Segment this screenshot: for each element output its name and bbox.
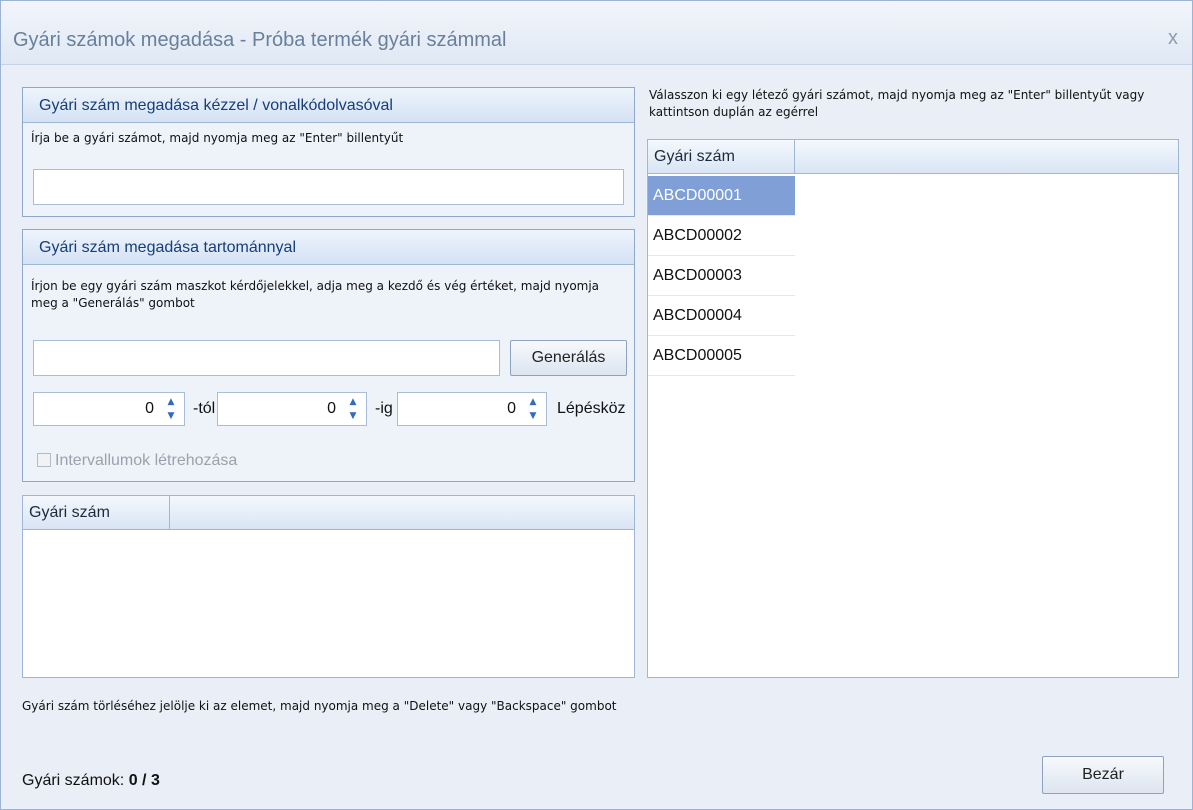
checkbox-icon[interactable] xyxy=(37,453,51,467)
step-spinner[interactable]: 0 ▲ ▼ xyxy=(397,392,547,426)
available-serials-grid[interactable]: Gyári szám ABCD00001 ABCD00002 ABCD00003… xyxy=(647,139,1179,678)
step-label: Lépésköz xyxy=(557,400,626,417)
manual-entry-header: Gyári szám megadása kézzel / vonalkódolv… xyxy=(23,88,634,123)
close-button[interactable]: Bezár xyxy=(1042,756,1164,794)
from-value: 0 xyxy=(145,400,154,417)
title-bar[interactable]: Gyári számok megadása - Próba termék gyá… xyxy=(1,1,1192,65)
from-spinner[interactable]: 0 ▲ ▼ xyxy=(33,392,185,426)
list-item[interactable]: ABCD00004 xyxy=(648,296,795,336)
entered-serials-grid[interactable]: Gyári szám xyxy=(22,495,635,678)
list-item[interactable]: ABCD00002 xyxy=(648,216,795,256)
serial-count: Gyári számok: 0 / 3 xyxy=(22,772,160,790)
from-label: -tól xyxy=(193,400,216,417)
range-entry-hint: Írjon be egy gyári szám maszkot kérdőjel… xyxy=(31,279,600,310)
serial-count-label: Gyári számok: xyxy=(22,772,125,789)
column-header-serial[interactable]: Gyári szám xyxy=(648,140,795,173)
serial-count-value: 0 / 3 xyxy=(128,772,160,789)
serial-number-input[interactable] xyxy=(33,169,624,205)
grid-header: Gyári szám xyxy=(648,140,1178,174)
spin-arrows-icon[interactable]: ▲ ▼ xyxy=(346,395,360,423)
step-value: 0 xyxy=(507,400,516,417)
intervals-label: Intervallumok létrehozása xyxy=(55,452,238,469)
spin-arrows-icon[interactable]: ▲ ▼ xyxy=(164,395,178,423)
to-value: 0 xyxy=(327,400,336,417)
to-label: -ig xyxy=(375,400,393,417)
window-title: Gyári számok megadása - Próba termék gyá… xyxy=(13,29,507,51)
range-entry-group: Gyári szám megadása tartománnyal Írjon b… xyxy=(22,229,635,482)
dialog-window: Gyári számok megadása - Próba termék gyá… xyxy=(0,0,1193,810)
intervals-checkbox-row[interactable]: Intervallumok létrehozása xyxy=(37,452,237,470)
close-icon[interactable]: x xyxy=(1168,27,1178,50)
column-header-serial[interactable]: Gyári szám xyxy=(23,496,170,529)
spin-arrows-icon[interactable]: ▲ ▼ xyxy=(526,395,540,423)
list-item[interactable]: ABCD00005 xyxy=(648,336,795,376)
list-item[interactable]: ABCD00001 xyxy=(648,176,795,216)
generate-button[interactable]: Generálás xyxy=(510,340,627,376)
grid-header: Gyári szám xyxy=(23,496,634,530)
serial-mask-input[interactable] xyxy=(33,340,500,376)
manual-entry-hint: Írja be a gyári számot, majd nyomja meg … xyxy=(31,131,404,145)
delete-hint: Gyári szám törléséhez jelölje ki az elem… xyxy=(22,699,617,713)
manual-entry-group: Gyári szám megadása kézzel / vonalkódolv… xyxy=(22,87,635,217)
available-hint: Válasszon ki egy létező gyári számot, ma… xyxy=(649,88,1145,119)
to-spinner[interactable]: 0 ▲ ▼ xyxy=(217,392,367,426)
list-item[interactable]: ABCD00003 xyxy=(648,256,795,296)
range-entry-header: Gyári szám megadása tartománnyal xyxy=(23,230,634,265)
